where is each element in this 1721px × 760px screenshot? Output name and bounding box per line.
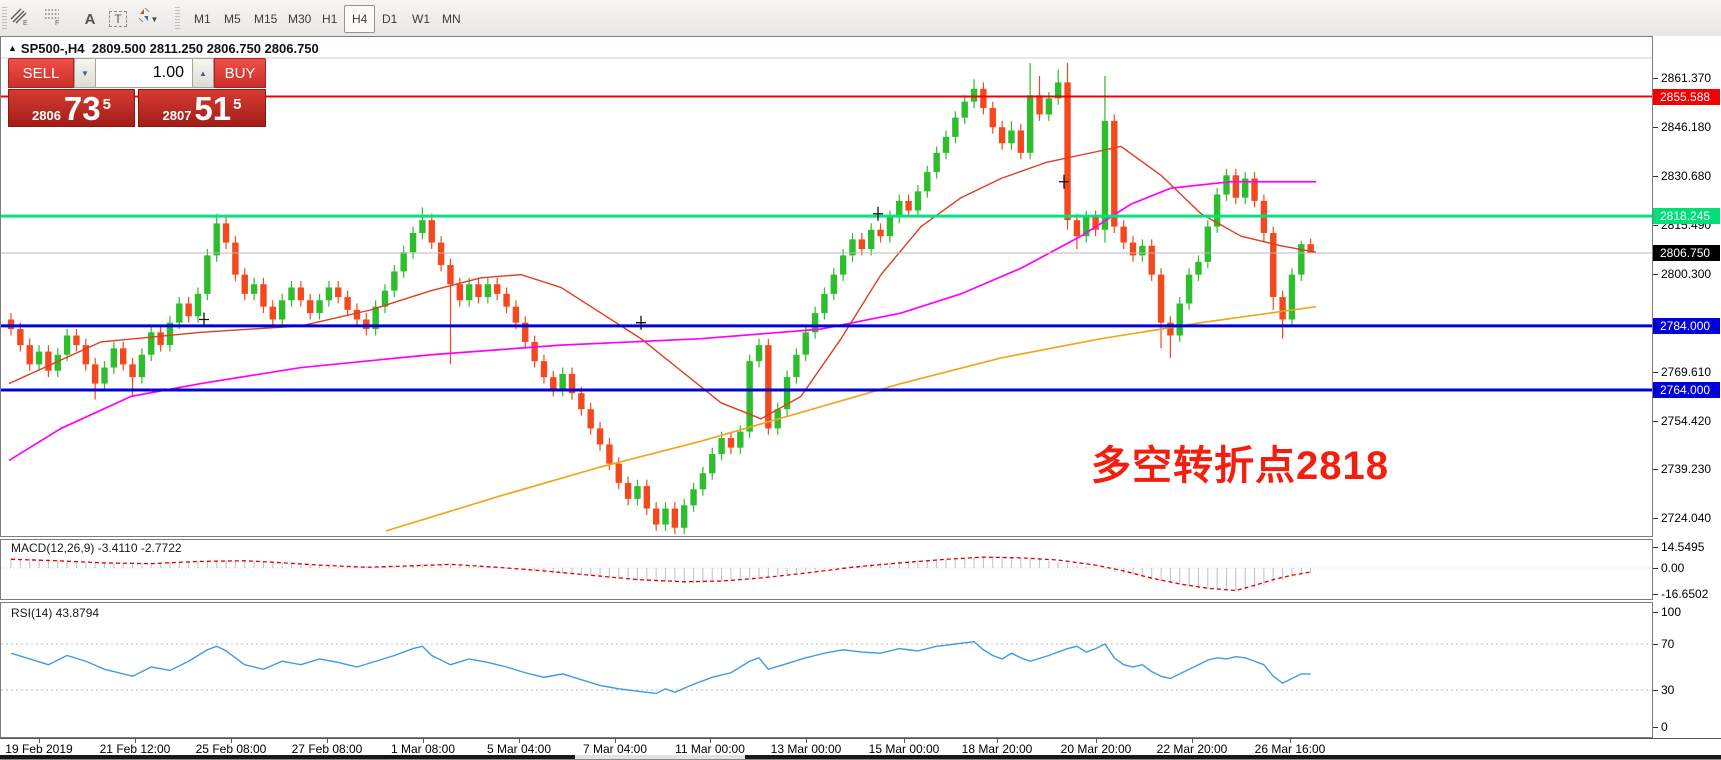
svg-text:E: E <box>23 20 28 26</box>
volume-input[interactable] <box>96 58 192 88</box>
toolbar-drag-handle[interactable] <box>2 7 7 29</box>
time-label: 11 Mar 00:00 <box>675 742 745 756</box>
rsi-label: RSI(14) 43.8794 <box>11 606 99 620</box>
macd-scale-label: -16.6502 <box>1661 587 1708 601</box>
price-tick <box>1653 518 1658 519</box>
macd-canvas[interactable] <box>1 540 1652 599</box>
arrows-tool-button[interactable]: ▼ <box>134 5 172 33</box>
rsi-scale-label: 30 <box>1661 683 1674 697</box>
price-tick-label: 2846.180 <box>1661 120 1711 134</box>
ask-quote[interactable]: 2807 51 5 <box>138 89 266 127</box>
collapse-triangle-icon[interactable]: ▲ <box>8 43 17 53</box>
toolbar: E F A T ▼ M1M5M15M30H1H4D1W1MN <box>0 0 1721 37</box>
time-label: 15 Mar 00:00 <box>869 742 940 756</box>
arrows-icon <box>135 6 153 24</box>
price-tick <box>1653 372 1658 373</box>
macd-scale-label: 14.5495 <box>1661 540 1704 554</box>
indicators-pencil-icon[interactable]: E <box>8 5 38 33</box>
price-scale[interactable]: 2861.3702846.1802830.6802815.4902800.300… <box>1653 36 1721 738</box>
rsi-scale-label: 100 <box>1661 605 1681 619</box>
price-tick-label: 2769.610 <box>1661 365 1711 379</box>
macd-panel[interactable] <box>0 539 1653 600</box>
bid-main: 2806 <box>32 108 61 123</box>
price-badge: 2806.750 <box>1653 245 1720 261</box>
timeframe-mn[interactable]: MN <box>434 5 469 33</box>
time-label: 26 Mar 16:00 <box>1255 742 1326 756</box>
time-label: 22 Mar 20:00 <box>1157 742 1228 756</box>
price-badge: 2764.000 <box>1653 382 1720 398</box>
timeframe-m1[interactable]: M1 <box>186 5 219 33</box>
timeframe-h1[interactable]: H1 <box>314 5 345 33</box>
price-tick-label: 2754.420 <box>1661 414 1711 428</box>
time-label: 13 Mar 00:00 <box>771 742 842 756</box>
price-badge: 2855.588 <box>1653 89 1720 105</box>
timeframe-d1[interactable]: D1 <box>374 5 405 33</box>
rsi-canvas[interactable] <box>1 603 1652 737</box>
chart-title: ▲ SP500-,H4 2809.500 2811.250 2806.750 28… <box>8 41 319 56</box>
price-tick <box>1653 78 1658 79</box>
hatch-pencil-icon: E <box>9 6 29 26</box>
symbol-label: SP500-,H4 <box>21 41 85 56</box>
time-label: 18 Mar 20:00 <box>962 742 1033 756</box>
price-tick <box>1653 225 1658 226</box>
spin-down-icon: ▼ <box>81 69 89 78</box>
ask-pips: 51 <box>194 95 231 123</box>
bottom-edge-gap <box>575 755 745 759</box>
ask-main: 2807 <box>163 108 192 123</box>
time-label: 21 Feb 12:00 <box>100 742 171 756</box>
text-label-glyph: T <box>109 11 126 27</box>
bid-pips: 73 <box>64 95 101 123</box>
time-label: 20 Mar 20:00 <box>1061 742 1132 756</box>
volume-increase-button[interactable]: ▲ <box>192 58 214 88</box>
price-tick <box>1653 176 1658 177</box>
price-tick <box>1653 421 1658 422</box>
rsi-scale-label: 0 <box>1661 720 1668 734</box>
ohlc-values: 2809.500 2811.250 2806.750 2806.750 <box>92 41 319 56</box>
bottom-window-edge <box>0 755 1721 759</box>
rsi-scale-label: 70 <box>1661 637 1674 651</box>
price-tick <box>1653 469 1658 470</box>
price-tick <box>1653 127 1658 128</box>
time-label: 27 Feb 08:00 <box>292 742 363 756</box>
time-label: 7 Mar 04:00 <box>583 742 647 756</box>
price-badge: 2784.000 <box>1653 318 1720 334</box>
price-tick-label: 2724.040 <box>1661 511 1711 525</box>
rsi-panel[interactable] <box>0 602 1653 738</box>
macd-scale-label: 0.00 <box>1661 561 1684 575</box>
buy-button[interactable]: BUY <box>214 58 266 88</box>
price-tick <box>1653 274 1658 275</box>
time-label: 5 Mar 04:00 <box>487 742 551 756</box>
time-label: 1 Mar 08:00 <box>391 742 455 756</box>
svg-text:F: F <box>55 20 59 26</box>
fibo-grid-icon[interactable]: F <box>42 5 72 33</box>
timeframe-w1[interactable]: W1 <box>404 5 438 33</box>
price-tick-label: 2739.230 <box>1661 462 1711 476</box>
bid-quote[interactable]: 2806 73 5 <box>8 89 135 127</box>
time-scale[interactable]: 19 Feb 2019 21 Feb 12:00 25 Feb 08:00 27 Fe… <box>0 738 1721 756</box>
timeframe-m5[interactable]: M5 <box>216 5 249 33</box>
sell-button[interactable]: SELL <box>8 58 74 88</box>
volume-decrease-button[interactable]: ▼ <box>74 58 96 88</box>
ask-point: 5 <box>233 90 241 120</box>
text-tool-button[interactable]: A <box>76 5 104 33</box>
time-label: 25 Feb 08:00 <box>196 742 267 756</box>
spin-up-icon: ▲ <box>199 69 207 78</box>
one-click-trading-widget: SELL ▼ ▲ BUY 2806 73 5 2807 51 5 <box>8 58 266 127</box>
text-label-tool-button[interactable]: T <box>104 5 132 33</box>
chart-annotation-text[interactable]: 多空转折点2818 <box>1091 433 1389 491</box>
bid-point: 5 <box>103 90 111 120</box>
price-tick-label: 2800.300 <box>1661 267 1711 281</box>
timeframe-h4[interactable]: H4 <box>344 5 375 33</box>
macd-label: MACD(12,26,9) -3.4110 -2.7722 <box>11 541 182 555</box>
text-tool-glyph: A <box>85 11 96 28</box>
price-tick-label: 2830.680 <box>1661 169 1711 183</box>
time-label: 19 Feb 2019 <box>5 742 72 756</box>
terminal-window: E F A T ▼ M1M5M15M30H1H4D1W1MN ▲S <box>0 0 1721 760</box>
price-tick-label: 2861.370 <box>1661 71 1711 85</box>
toolbar-separator <box>175 7 180 29</box>
price-badge: 2818.245 <box>1653 208 1720 224</box>
dotted-grid-icon: F <box>43 6 63 26</box>
